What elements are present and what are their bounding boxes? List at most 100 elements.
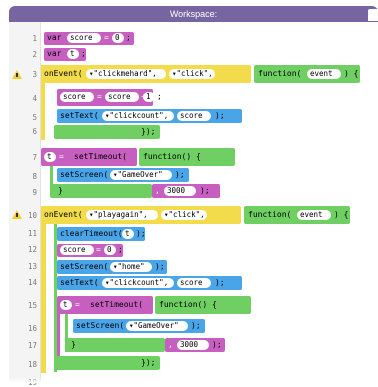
line-number: 12 [27, 245, 37, 254]
workspace-header: Workspace: [9, 6, 378, 22]
variable-name-pill[interactable]: t [122, 229, 134, 239]
line-number: 5 [32, 113, 37, 122]
delay-pill[interactable]: 3000 [164, 186, 196, 196]
line-number: 1 [32, 34, 37, 43]
function-name: setScreen( [76, 321, 125, 330]
assign-op: = [104, 33, 109, 42]
variable-name-pill[interactable]: score [177, 111, 211, 121]
screen-dropdown[interactable]: ▾"GameOver" [126, 321, 188, 331]
id-dropdown[interactable]: ▾"playagain", [86, 210, 158, 220]
line-number: 17 [27, 341, 37, 350]
function-name: setScreen( [60, 170, 109, 179]
id-dropdown[interactable]: ▾"clickcount", [102, 278, 174, 288]
setscreen-gameover-block[interactable]: setScreen( ▾"GameOver" ); [73, 319, 205, 333]
value-pill[interactable]: 0 [112, 33, 124, 43]
screen-dropdown[interactable]: ▾"GameOver" [110, 170, 172, 180]
function-name: setText( [60, 111, 99, 120]
close-paren: ); [191, 321, 201, 330]
function-name: setTimeout( [74, 152, 127, 161]
variable-name-pill[interactable]: score [60, 245, 94, 255]
param-pill[interactable]: event [297, 210, 331, 220]
onevent-clickmehard-block[interactable]: onEvent( ▾"clickmehard", ▾"click", [41, 65, 251, 83]
assign-op: = [97, 92, 102, 101]
close-paren: ); [155, 262, 165, 271]
onevent-rail [41, 206, 46, 373]
line-number: 3 [32, 70, 37, 79]
block-close: } [71, 340, 76, 349]
line-number: 6 [32, 127, 37, 136]
close-paren: ); [136, 229, 146, 238]
timeout-assign-block[interactable]: t = setTimeout( [57, 296, 153, 314]
function-keyword: function() { [159, 300, 217, 309]
close-paren: ); [215, 111, 225, 120]
score-reset-block[interactable]: score = 0 ; [57, 244, 123, 257]
line-number: 14 [27, 278, 37, 287]
semicolon: ; [81, 49, 86, 58]
assign-op: = [75, 300, 80, 309]
value-pill[interactable]: 1 [143, 92, 155, 102]
timeout-assign-block[interactable]: t = setTimeout( [41, 148, 137, 166]
param-pill[interactable]: event [307, 69, 341, 79]
semicolon: ; [126, 33, 131, 42]
timeout-callback-block[interactable]: function() { [155, 296, 251, 314]
variable-name-pill[interactable]: score [177, 278, 211, 288]
callback-function-block[interactable]: function( event ) { [244, 206, 350, 224]
event-dropdown[interactable]: ▾"click", [169, 69, 215, 79]
var-score-block[interactable]: var score = 0 ; [44, 32, 134, 45]
variable-name-pill[interactable]: score [60, 92, 94, 102]
score-increment-block[interactable]: score = score + [57, 89, 153, 106]
var-t-block[interactable]: var t ; [44, 48, 86, 61]
line-number: 2 [32, 50, 37, 59]
variable-name-pill[interactable]: t [44, 152, 56, 162]
variable-name-pill[interactable]: score [67, 33, 101, 43]
timeout-args-block[interactable]: , 3000 ); [152, 184, 220, 198]
function-name: clearTimeout( [60, 229, 123, 238]
callback-close-block: }); [54, 125, 160, 139]
variable-name-pill[interactable]: score [105, 92, 139, 102]
close-paren: ) { [344, 69, 359, 78]
timeout-args-block[interactable]: , 3000 ); [165, 338, 225, 352]
line-number: 4 [32, 94, 37, 103]
setscreen-home-block[interactable]: setScreen( ▾"home" ); [57, 260, 167, 274]
onevent-playagain-block[interactable]: onEvent( ▾"playagain", ▾"click", [41, 206, 241, 224]
cleartimeout-block[interactable]: clearTimeout( t ); [57, 227, 146, 241]
block-close: }); [141, 127, 156, 136]
event-dropdown[interactable]: ▾"click", [161, 210, 207, 220]
id-dropdown[interactable]: ▾"clickmehard", [86, 69, 166, 79]
line-number: 9 [32, 188, 37, 197]
comma: , [155, 186, 160, 195]
close-paren: ); [212, 340, 222, 349]
timeout-callback-block[interactable]: function() { [139, 148, 235, 166]
code-workspace[interactable]: var score = 0 ; var t ; onEvent( ▾"click… [41, 22, 378, 383]
callback-close-block: } [65, 338, 165, 352]
callback-function-block[interactable]: function( event ) { [254, 65, 360, 83]
line-number: 15 [27, 301, 37, 310]
setscreen-gameover-block[interactable]: setScreen( ▾"GameOver" ); [57, 168, 189, 182]
settext-block[interactable]: setText( ▾"clickcount", score ); [57, 109, 242, 123]
value-pill[interactable]: 0 [104, 245, 116, 255]
line-number: 10 [27, 211, 37, 220]
screen-dropdown[interactable]: ▾"home" [110, 262, 152, 272]
line-number: 11 [27, 229, 37, 238]
line-number: 16 [27, 324, 37, 333]
close-paren: ); [175, 170, 185, 179]
semicolon: ; [157, 92, 162, 101]
callback-close-block: }); [54, 356, 160, 370]
bottom-fade [0, 377, 378, 383]
semicolon: ; [118, 245, 123, 254]
function-name: setScreen( [60, 262, 109, 271]
header-tab[interactable] [368, 9, 378, 21]
var-keyword: var [47, 33, 62, 42]
line-number: 18 [27, 360, 37, 369]
settext-block[interactable]: setText( ▾"clickcount", score ); [57, 276, 242, 290]
variable-name-pill[interactable]: t [60, 300, 72, 310]
id-dropdown[interactable]: ▾"clickcount", [102, 111, 174, 121]
function-name: onEvent( [44, 69, 83, 78]
line-number: 7 [32, 153, 37, 162]
function-keyword: function( [258, 69, 302, 78]
variable-name-pill[interactable]: t [67, 49, 79, 59]
delay-pill[interactable]: 3000 [177, 340, 209, 350]
var-keyword: var [47, 49, 62, 58]
block-close: } [58, 186, 63, 195]
close-paren: ); [200, 186, 210, 195]
